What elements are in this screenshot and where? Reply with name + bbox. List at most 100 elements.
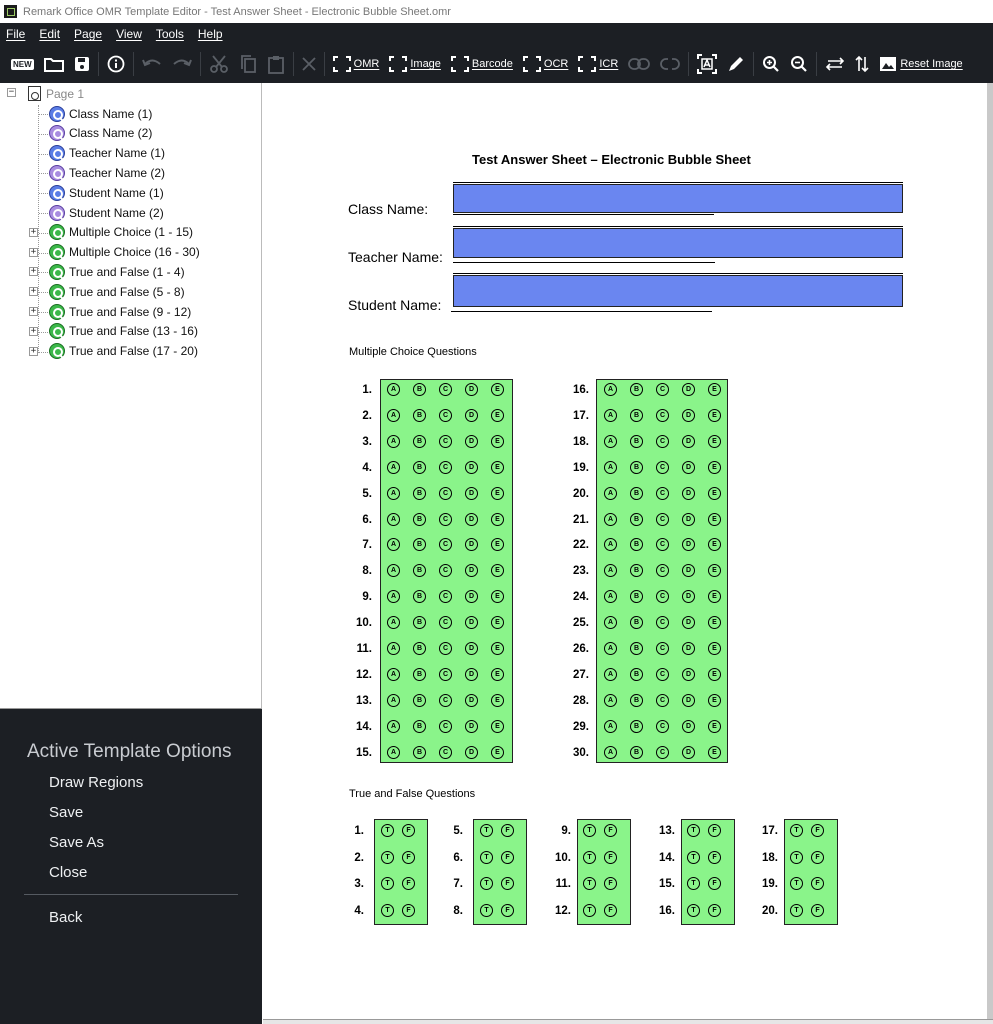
answer-bubble[interactable]: D: [465, 667, 478, 681]
student-name-region[interactable]: [453, 273, 903, 307]
answer-bubble[interactable]: E: [491, 616, 504, 630]
answer-bubble[interactable]: F: [501, 850, 514, 864]
answer-bubble[interactable]: E: [491, 434, 504, 448]
answer-bubble[interactable]: B: [630, 667, 643, 681]
answer-bubble[interactable]: C: [656, 642, 669, 655]
answer-bubble[interactable]: F: [501, 877, 514, 890]
answer-bubble[interactable]: E: [491, 512, 504, 526]
answer-bubble[interactable]: E: [708, 693, 721, 707]
answer-bubble[interactable]: D: [465, 383, 478, 396]
answer-bubble[interactable]: D: [465, 512, 478, 526]
menu-page[interactable]: Page: [74, 27, 102, 41]
answer-bubble[interactable]: E: [708, 667, 721, 681]
answer-bubble[interactable]: A: [604, 486, 617, 500]
answer-bubble[interactable]: A: [604, 408, 617, 422]
tree-item[interactable]: Multiple Choice (16 - 30): [49, 243, 200, 262]
answer-bubble[interactable]: E: [708, 642, 721, 655]
expand-toggle[interactable]: +: [29, 227, 38, 237]
answer-bubble[interactable]: D: [465, 408, 478, 422]
expand-toggle[interactable]: +: [29, 346, 38, 356]
answer-bubble[interactable]: D: [682, 434, 695, 448]
answer-bubble[interactable]: A: [604, 434, 617, 448]
save-as-option[interactable]: Save As: [49, 834, 104, 851]
tree-item[interactable]: True and False (9 - 12): [49, 302, 191, 321]
answer-bubble[interactable]: E: [708, 616, 721, 630]
answer-bubble[interactable]: F: [708, 850, 721, 864]
answer-bubble[interactable]: A: [604, 383, 617, 396]
answer-bubble[interactable]: B: [413, 512, 426, 526]
back-option[interactable]: Back: [49, 909, 82, 926]
answer-bubble[interactable]: F: [604, 877, 617, 890]
answer-bubble[interactable]: B: [413, 460, 426, 474]
expand-toggle[interactable]: +: [29, 326, 38, 336]
answer-bubble[interactable]: D: [465, 460, 478, 474]
answer-bubble[interactable]: A: [604, 460, 617, 474]
answer-bubble[interactable]: D: [682, 719, 695, 733]
answer-bubble[interactable]: C: [439, 383, 452, 396]
answer-bubble[interactable]: T: [480, 850, 493, 864]
answer-bubble[interactable]: F: [402, 824, 415, 837]
answer-bubble[interactable]: D: [682, 486, 695, 500]
tree-item[interactable]: Student Name (1): [49, 183, 164, 202]
answer-bubble[interactable]: F: [604, 903, 617, 917]
answer-bubble[interactable]: T: [480, 877, 493, 890]
unlink-button[interactable]: [655, 49, 685, 79]
answer-bubble[interactable]: F: [501, 824, 514, 837]
answer-bubble[interactable]: C: [439, 616, 452, 630]
answer-bubble[interactable]: D: [682, 667, 695, 681]
menu-view[interactable]: View: [116, 27, 142, 41]
answer-bubble[interactable]: F: [604, 850, 617, 864]
answer-bubble[interactable]: D: [682, 642, 695, 655]
answer-bubble[interactable]: B: [413, 616, 426, 630]
answer-bubble[interactable]: D: [682, 408, 695, 422]
answer-bubble[interactable]: A: [604, 512, 617, 526]
menu-edit[interactable]: Edit: [39, 27, 60, 41]
answer-bubble[interactable]: C: [439, 408, 452, 422]
answer-bubble[interactable]: T: [583, 850, 596, 864]
tree-item[interactable]: Class Name (1): [49, 104, 152, 123]
answer-bubble[interactable]: C: [656, 434, 669, 448]
answer-bubble[interactable]: B: [630, 512, 643, 526]
answer-bubble[interactable]: T: [381, 850, 394, 864]
answer-bubble[interactable]: B: [413, 408, 426, 422]
expand-toggle[interactable]: +: [29, 267, 38, 277]
answer-bubble[interactable]: C: [656, 408, 669, 422]
answer-bubble[interactable]: A: [387, 383, 400, 396]
expand-toggle[interactable]: +: [29, 307, 38, 316]
undo-button[interactable]: [137, 49, 167, 79]
answer-bubble[interactable]: B: [630, 383, 643, 396]
answer-bubble[interactable]: T: [381, 824, 394, 837]
answer-bubble[interactable]: E: [491, 719, 504, 733]
copy-button[interactable]: [234, 49, 262, 79]
answer-bubble[interactable]: A: [387, 460, 400, 474]
answer-bubble[interactable]: C: [656, 693, 669, 707]
answer-bubble[interactable]: E: [708, 745, 721, 759]
redo-button[interactable]: [167, 49, 197, 79]
answer-bubble[interactable]: E: [491, 642, 504, 655]
answer-bubble[interactable]: E: [708, 719, 721, 733]
answer-bubble[interactable]: T: [381, 903, 394, 917]
new-button[interactable]: NEW: [6, 49, 39, 79]
answer-bubble[interactable]: E: [491, 693, 504, 707]
answer-bubble[interactable]: T: [687, 824, 700, 837]
answer-bubble[interactable]: T: [790, 850, 803, 864]
answer-bubble[interactable]: E: [491, 383, 504, 396]
class-name-region[interactable]: [453, 182, 903, 213]
answer-bubble[interactable]: C: [439, 512, 452, 526]
answer-bubble[interactable]: F: [708, 903, 721, 917]
menu-tools[interactable]: Tools: [156, 27, 184, 41]
answer-bubble[interactable]: A: [604, 719, 617, 733]
answer-bubble[interactable]: C: [656, 383, 669, 396]
info-button[interactable]: [102, 49, 130, 79]
answer-bubble[interactable]: A: [387, 745, 400, 759]
answer-bubble[interactable]: C: [439, 434, 452, 448]
zoom-in-button[interactable]: [757, 49, 785, 79]
paste-button[interactable]: [262, 49, 290, 79]
answer-bubble[interactable]: C: [656, 667, 669, 681]
tree-item[interactable]: True and False (13 - 16): [49, 322, 198, 341]
answer-bubble[interactable]: A: [387, 642, 400, 655]
answer-bubble[interactable]: D: [682, 460, 695, 474]
answer-bubble[interactable]: E: [708, 512, 721, 526]
draw-regions-option[interactable]: Draw Regions: [49, 774, 143, 791]
answer-bubble[interactable]: B: [630, 616, 643, 630]
